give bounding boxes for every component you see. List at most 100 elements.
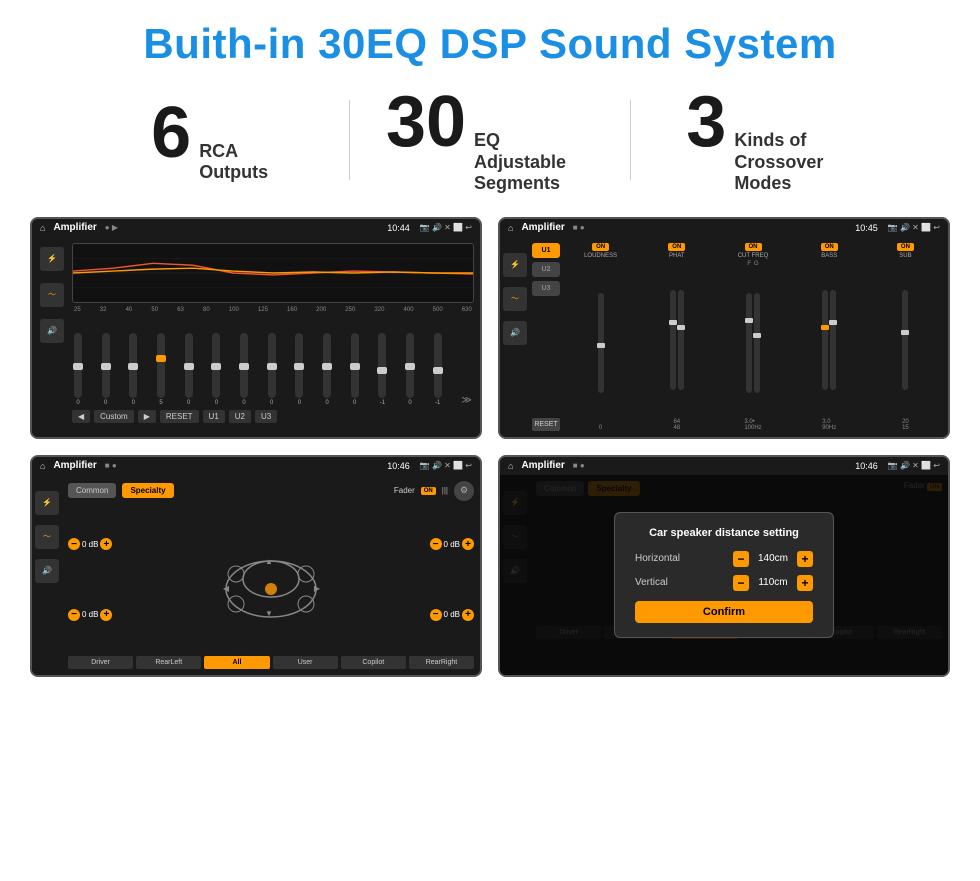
fader-on[interactable]: ON <box>421 487 436 495</box>
u2-btn[interactable]: U2 <box>229 410 251 423</box>
loudness-toggle[interactable]: ON <box>592 243 609 251</box>
db-ctrl-top-right: − 0 dB + <box>430 538 474 550</box>
horizontal-minus-btn[interactable]: − <box>733 551 749 567</box>
tab-common-btn[interactable]: Common <box>68 483 116 498</box>
svg-text:▶: ▶ <box>314 584 321 593</box>
db-plus-tr[interactable]: + <box>462 538 474 550</box>
eq-icon-btn-2[interactable]: ⚡ <box>503 253 527 277</box>
stat-label-crossover: Kinds ofCrossover Modes <box>734 130 854 195</box>
eq-area: 25324050 6380100125 160200250320 4005006… <box>72 243 474 431</box>
slider-col-6: 0 <box>240 333 248 406</box>
bass-toggle[interactable]: ON <box>821 243 838 251</box>
settings-circle-icon[interactable]: ⚙ <box>454 481 474 501</box>
stat-number-rca: 6 <box>151 97 191 169</box>
cutfreq-name: CUT FREQ <box>738 253 769 259</box>
u1-btn[interactable]: U1 <box>203 410 225 423</box>
channel-cutfreq: ON CUT FREQ FG 3.0•100Hz <box>716 243 789 431</box>
home-icon-3[interactable]: ⌂ <box>40 461 45 471</box>
status-bar-4: ⌂ Amplifier ■ ● 10:46 📷 🔊 ✕ ⬜ ↩ <box>500 457 948 475</box>
db-minus-bl[interactable]: − <box>68 609 80 621</box>
horizontal-ctrl: − 140cm + <box>733 551 813 567</box>
db-plus-bl[interactable]: + <box>100 609 112 621</box>
dialog-overlay: Car speaker distance setting Horizontal … <box>500 475 948 675</box>
channels-area: ON LOUDNESS 0 ON PHAT <box>564 243 942 431</box>
db-minus-tl[interactable]: − <box>68 538 80 550</box>
svg-text:▲: ▲ <box>265 557 273 566</box>
app-name-2: Amplifier <box>521 222 564 233</box>
vertical-minus-btn[interactable]: − <box>733 575 749 591</box>
sub-name: SUB <box>899 253 911 259</box>
stat-label-eq: EQ AdjustableSegments <box>474 130 594 195</box>
channel-loudness: ON LOUDNESS 0 <box>564 243 637 431</box>
car-diagram-svg: ▲ ▼ ◀ ▶ <box>211 534 331 624</box>
home-icon-4[interactable]: ⌂ <box>508 461 513 471</box>
db-minus-br[interactable]: − <box>430 609 442 621</box>
copilot-btn[interactable]: Copilot <box>341 656 406 669</box>
reset-btn-2[interactable]: RESET <box>532 418 560 431</box>
left-icons-1: ⚡ 〜 🔊 <box>38 243 66 431</box>
phat-toggle[interactable]: ON <box>668 243 685 251</box>
u3-btn[interactable]: U3 <box>255 410 277 423</box>
stat-number-eq: 30 <box>386 86 466 158</box>
wave-icon-btn-3[interactable]: 〜 <box>35 525 59 549</box>
rearright-btn[interactable]: RearRight <box>409 656 474 669</box>
screen2-main: U1 U2 U3 RESET ON LOUDNESS <box>530 237 948 437</box>
user-btn[interactable]: User <box>273 656 338 669</box>
vertical-plus-btn[interactable]: + <box>797 575 813 591</box>
wave-icon-btn[interactable]: 〜 <box>40 283 64 307</box>
play-next-btn[interactable]: ▶ <box>138 410 156 423</box>
rearleft-btn[interactable]: RearLeft <box>136 656 201 669</box>
wave-icon-btn-2[interactable]: 〜 <box>503 287 527 311</box>
confirm-button[interactable]: Confirm <box>635 601 813 623</box>
dots-4: ■ ● <box>573 461 585 470</box>
screen3-main: Common Specialty Fader ON ||| ⚙ − <box>62 475 480 675</box>
expand-icon[interactable]: ≫ <box>461 395 471 406</box>
home-icon-1[interactable]: ⌂ <box>40 223 45 233</box>
sub-toggle[interactable]: ON <box>897 243 914 251</box>
reset-btn-1[interactable]: RESET <box>160 410 199 423</box>
db-plus-tl[interactable]: + <box>100 538 112 550</box>
db-ctrl-bot-right: − 0 dB + <box>430 609 474 621</box>
page-container: Buith-in 30EQ DSP Sound System 6 RCAOutp… <box>0 0 980 697</box>
slider-col-10: 0 <box>351 333 359 406</box>
db-plus-br[interactable]: + <box>462 609 474 621</box>
tab-specialty-btn[interactable]: Specialty <box>122 483 173 498</box>
screen3-content: ⚡ 〜 🔊 Common Specialty Fader ON ||| ⚙ <box>32 475 480 675</box>
app-name-3: Amplifier <box>53 460 96 471</box>
stat-eq: 30 EQ AdjustableSegments <box>350 86 629 195</box>
speaker-icon-btn-3[interactable]: 🔊 <box>35 559 59 583</box>
top-controls: Common Specialty Fader ON ||| ⚙ <box>68 481 474 501</box>
horizontal-plus-btn[interactable]: + <box>797 551 813 567</box>
dialog-row-vertical: Vertical − 110cm + <box>635 575 813 591</box>
slider-col-0: 0 <box>74 333 82 406</box>
eq-icon-btn[interactable]: ⚡ <box>40 247 64 271</box>
play-prev-btn[interactable]: ◀ <box>72 410 90 423</box>
u1-preset-btn[interactable]: U1 <box>532 243 560 258</box>
all-btn[interactable]: All <box>204 656 269 669</box>
stat-crossover: 3 Kinds ofCrossover Modes <box>631 86 910 195</box>
db-value-tr: 0 dB <box>444 540 460 549</box>
status-icons-1: 📷 🔊 ✕ ⬜ ↩ <box>420 223 472 232</box>
screen4-content: ⚡ 〜 🔊 Common Specialty Fader ON Driver R… <box>500 475 948 675</box>
bass-name: BASS <box>821 253 837 259</box>
status-bar-2: ⌂ Amplifier ■ ● 10:45 📷 🔊 ✕ ⬜ ↩ <box>500 219 948 237</box>
u2-preset-btn[interactable]: U2 <box>532 262 560 277</box>
speaker-icon-btn[interactable]: 🔊 <box>40 319 64 343</box>
screen1-content: ⚡ 〜 🔊 <box>32 237 480 437</box>
db-minus-tr[interactable]: − <box>430 538 442 550</box>
screen2-content: ⚡ 〜 🔊 U1 U2 U3 RESET <box>500 237 948 437</box>
cutfreq-toggle[interactable]: ON <box>745 243 762 251</box>
home-icon-2[interactable]: ⌂ <box>508 223 513 233</box>
u3-preset-btn[interactable]: U3 <box>532 281 560 296</box>
slider-col-5: 0 <box>212 333 220 406</box>
vertical-ctrl: − 110cm + <box>733 575 813 591</box>
speaker-icon-btn-2[interactable]: 🔊 <box>503 321 527 345</box>
time-3: 10:46 <box>387 461 410 471</box>
preset-custom-btn[interactable]: Custom <box>94 410 134 423</box>
app-name-1: Amplifier <box>53 222 96 233</box>
eq-icon-btn-3[interactable]: ⚡ <box>35 491 59 515</box>
db-ctrl-top-left: − 0 dB + <box>68 538 112 550</box>
status-bar-1: ⌂ Amplifier ● ▶ 10:44 📷 🔊 ✕ ⬜ ↩ <box>32 219 480 237</box>
fader-label: Fader <box>394 486 415 495</box>
driver-btn[interactable]: Driver <box>68 656 133 669</box>
